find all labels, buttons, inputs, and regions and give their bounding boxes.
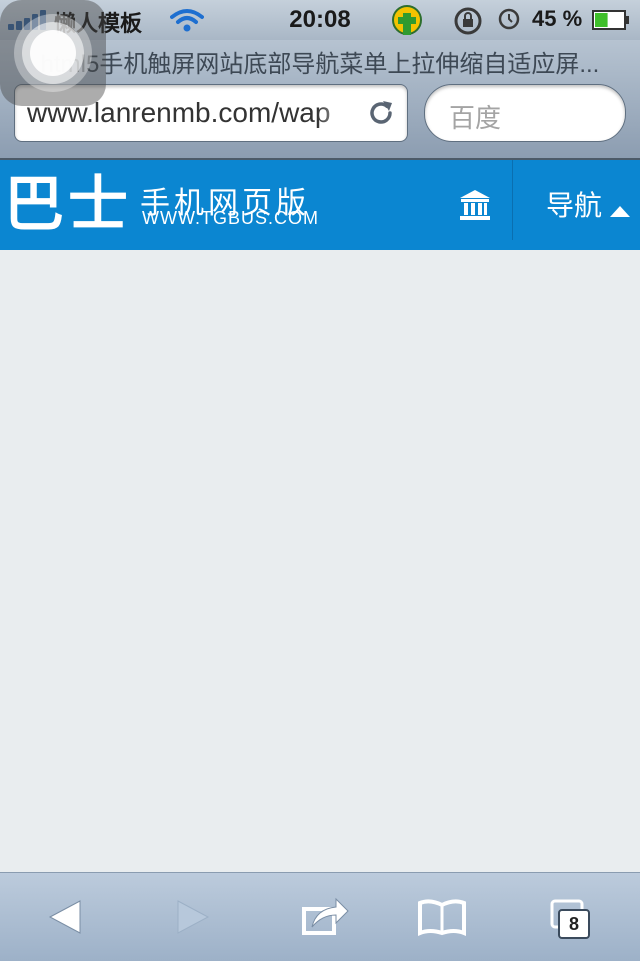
nav-menu-button[interactable]: 导航 <box>514 160 640 250</box>
app-icon <box>392 5 422 35</box>
alarm-icon <box>498 8 520 30</box>
tabs-button[interactable]: 8 <box>546 893 598 941</box>
battery-percent: 45 % <box>532 6 583 31</box>
logo-url: WWW.TGBUS.COM <box>142 208 319 228</box>
tabs-count: 8 <box>558 909 590 939</box>
assistive-touch-button[interactable] <box>0 0 106 106</box>
nav-label: 导航 <box>546 190 603 221</box>
search-placeholder: 百度 <box>449 103 502 133</box>
back-icon[interactable] <box>38 893 90 941</box>
header-divider <box>512 160 513 240</box>
browser-toolbar: 8 <box>0 872 640 961</box>
bookmarks-icon[interactable] <box>416 893 468 941</box>
caret-up-icon <box>610 206 630 217</box>
search-input[interactable]: 百度 <box>424 84 626 142</box>
battery-icon <box>592 10 629 30</box>
home-icon[interactable] <box>458 188 492 222</box>
site-header: 巴士 手机网页版 WWW.TGBUS.COM 导航 <box>0 160 640 250</box>
share-icon[interactable] <box>298 893 350 941</box>
page-content <box>0 250 640 872</box>
rotation-lock-icon <box>454 7 482 35</box>
forward-icon[interactable] <box>166 893 218 941</box>
reload-icon[interactable] <box>365 97 397 129</box>
logo[interactable]: 巴士 <box>4 172 132 238</box>
